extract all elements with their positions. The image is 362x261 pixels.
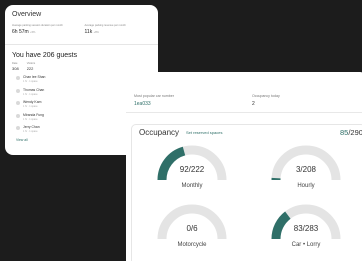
gauge-hourly: 3/208 Hourly [270,143,342,195]
gauge-motorcycle-arc [157,204,227,240]
gauge-label: Hourly [297,183,315,189]
popular-car-value[interactable]: 1ea033 [134,101,174,107]
guest-sub: 1 hr · 1 space [23,80,38,83]
stat-avg-revenue: Average parking revenue per month 11k +8… [85,24,152,35]
guest-sub: 1 hr · 1 space [23,130,38,133]
guests-meta-visitors: Visitors 222 [27,62,35,71]
gauge-car-lorry-arc [271,204,341,240]
occupancy-card: Most popular car number 1ea033 Occupancy… [126,72,362,261]
avatar [16,88,20,93]
stat-value-text: 6h 57m [12,29,29,35]
popular-car-label: Most popular car number [134,94,174,98]
stat-avg-duration: Average parking session duration per mon… [12,24,79,35]
gauge-monthly-arc [157,145,227,181]
occupancy-today: Occupancy today 2 [252,94,280,107]
popular-car: Most popular car number 1ea033 [134,94,174,107]
gauge-label: Motorcycle [177,242,207,248]
gauge-value: 92/222 [179,165,205,174]
guests-meta: Date 308 Visitors 222 [12,62,151,71]
gauge-label: Car • Lorry [291,242,321,248]
guest-name: Jerry Chan [23,125,40,129]
occupancy-card-header: Most popular car number 1ea033 Occupancy… [126,72,362,113]
occupancy-panel: Occupancy Set reserved spaces 85/290 92/… [131,124,362,261]
guest-name: Miranda Fung [23,112,44,117]
gauge-value: 0/6 [186,224,198,233]
stat-label: Average parking revenue per month [84,24,126,27]
set-reserved-spaces-link[interactable]: Set reserved spaces [186,130,222,135]
dashboard-stage: Overview Average parking session duratio… [0,0,362,261]
guest-name: Thomas Chan [23,87,45,92]
meta-value: 222 [26,66,34,71]
avatar [16,101,20,105]
gauge-monthly: 92/222 Monthly [156,143,228,195]
guest-sub: 1 hr · 1 space [23,105,38,108]
stat-change: +5% [30,31,36,34]
stat-value: 11k +8% [85,29,152,35]
gauge-car-lorry: 83/283 Car • Lorry [270,202,342,254]
stat-value: 6h 57m +5% [12,29,79,35]
guest-sub: 1 hr · 1 space [23,92,38,96]
guest-name: Chan lee Shan [23,75,46,79]
overview-header: Overview Average parking session duratio… [5,5,158,45]
overview-stats: Average parking session duration per mon… [12,24,151,35]
gauge-label: Monthly [181,183,203,189]
stat-change: +8% [93,31,99,34]
guests-meta-date: Date 308 [12,62,19,71]
overview-title: Overview [12,11,42,18]
meta-key: Date [12,62,18,65]
occupancy-today-label: Occupancy today [252,94,280,98]
stat-value-text: 11k [84,29,93,35]
stat-label: Average parking session duration per mon… [12,24,63,27]
gauge-motorcycle: 0/6 Motorcycle [156,202,228,254]
guest-name: Wendy Kam [23,100,42,104]
guests-title: You have 206 guests [12,52,78,59]
guest-sub: 1 hr · 1 space [23,117,38,121]
gauge-value: 83/283 [293,224,319,233]
meta-key: Visitors [26,62,36,65]
avatar [16,126,20,130]
avatar [16,76,20,80]
occupancy-total-all: /290 [348,128,362,137]
gauge-value: 3/208 [295,165,317,174]
occupancy-total: 85/290 [340,128,362,137]
occupancy-today-value: 2 [252,101,255,107]
avatar [16,113,20,118]
meta-value: 308 [12,66,19,71]
occupancy-title: Occupancy [139,128,180,137]
gauge-hourly-arc [271,145,341,181]
